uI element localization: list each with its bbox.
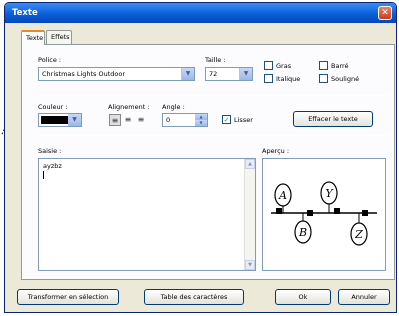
preview-letter: B <box>298 226 307 239</box>
italic-label: Italique <box>276 74 301 83</box>
text-input-value: ayzbz <box>43 162 62 170</box>
font-label: Police : <box>38 56 62 64</box>
bold-checkbox[interactable]: Gras <box>264 61 291 70</box>
align-right-icon[interactable]: ≡ <box>135 114 147 126</box>
window-title: Texte <box>12 8 38 18</box>
scroll-down-icon[interactable]: ▼ <box>245 260 255 270</box>
smooth-label: Lisser <box>234 115 253 124</box>
smooth-checkbox[interactable]: ✓ Lisser <box>222 115 253 124</box>
spin-down-icon[interactable]: ▼ <box>195 120 207 126</box>
angle-label: Angle : <box>162 103 185 111</box>
character-map-button[interactable]: Table des caractères <box>144 289 244 305</box>
align-center-icon[interactable]: ≡ <box>122 114 134 126</box>
checkbox-box[interactable] <box>264 61 273 70</box>
size-value: 72 <box>209 70 218 78</box>
underline-label: Souligné <box>331 74 360 83</box>
bold-label: Gras <box>276 61 292 70</box>
text-dialog: Texte ✕ Texte Effets Police : Christmas … <box>4 2 397 313</box>
text-input-area[interactable]: ayzbz ▲ ▼ <box>38 158 256 271</box>
color-label: Couleur : <box>38 103 68 111</box>
close-button[interactable]: ✕ <box>378 6 392 20</box>
color-picker[interactable]: ▼ <box>38 113 82 127</box>
separator <box>36 135 390 136</box>
preview-lights: A Y B Z <box>271 181 377 246</box>
size-label: Taille : <box>205 56 226 64</box>
text-tab-panel: Police : Christmas Lights Outdoor ▼ Tail… <box>21 44 395 280</box>
italic-checkbox[interactable]: Italique <box>264 74 300 83</box>
font-value: Christmas Lights Outdoor <box>42 70 126 78</box>
tab-texte[interactable]: Texte <box>21 30 45 45</box>
vertical-scrollbar[interactable]: ▲ ▼ <box>244 159 255 270</box>
strike-label: Barré <box>331 61 349 70</box>
checkbox-box[interactable] <box>319 74 328 83</box>
text-cursor <box>43 171 44 179</box>
angle-value: 0 <box>166 116 171 124</box>
align-left-icon[interactable]: ≡ <box>109 114 121 126</box>
checkbox-box[interactable] <box>319 61 328 70</box>
chevron-down-icon[interactable]: ▼ <box>239 68 252 80</box>
tab-effets[interactable]: Effets <box>46 30 72 44</box>
checkbox-box[interactable]: ✓ <box>222 115 231 124</box>
titlebar: Texte ✕ <box>5 3 396 23</box>
preview-area: A Y B Z <box>262 158 386 271</box>
alignment-label: Alignement : <box>108 103 150 111</box>
clear-text-button[interactable]: Effacer le texte <box>293 111 373 127</box>
scroll-up-icon[interactable]: ▲ <box>245 159 255 169</box>
strike-checkbox[interactable]: Barré <box>319 61 349 70</box>
size-select[interactable]: 72 ▼ <box>205 67 253 81</box>
convert-to-selection-button[interactable]: Transformer en sélection <box>17 289 119 305</box>
underline-checkbox[interactable]: Souligné <box>319 74 359 83</box>
separator <box>36 95 390 96</box>
ok-button[interactable]: Ok <box>275 289 331 305</box>
checkbox-box[interactable] <box>264 74 273 83</box>
preview-letter: A <box>278 189 287 202</box>
font-select[interactable]: Christmas Lights Outdoor ▼ <box>38 67 195 81</box>
chevron-down-icon[interactable]: ▼ <box>68 114 81 126</box>
cancel-button[interactable]: Annuler <box>338 289 390 305</box>
chevron-down-icon[interactable]: ▼ <box>181 68 194 80</box>
angle-spinner[interactable]: 0 ▲ ▼ <box>162 113 208 127</box>
input-label: Saisie : <box>38 147 62 155</box>
color-swatch <box>41 116 68 124</box>
preview-label: Aperçu : <box>262 147 290 155</box>
preview-letter: Z <box>354 228 363 241</box>
